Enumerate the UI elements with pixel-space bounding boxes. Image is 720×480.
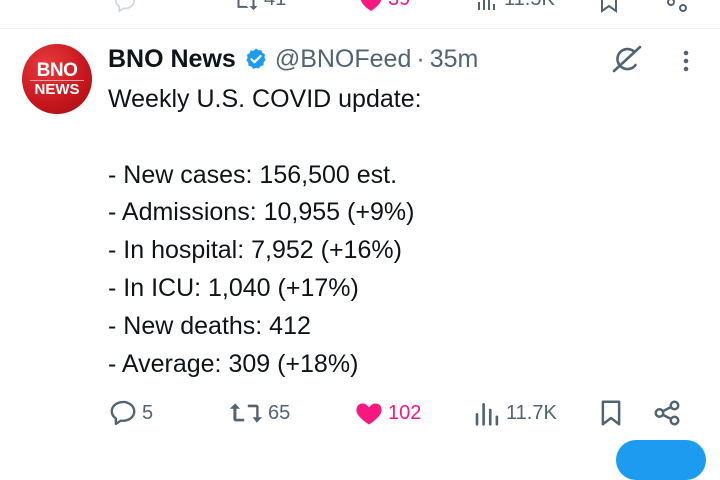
tweet-line: - Average: 309 (+18%)	[108, 349, 359, 378]
tweet-line	[108, 119, 688, 157]
repost-icon	[229, 403, 263, 423]
bookmark-icon	[601, 400, 621, 426]
tweet-line: - In ICU: 1,040 (+17%)	[108, 273, 359, 302]
header-separator: ·	[416, 44, 425, 73]
repost-icon[interactable]	[232, 0, 260, 14]
tweet-header: BNO News @BNOFeed · 35m	[108, 42, 478, 76]
avatar-logo-top: BNO	[36, 60, 78, 81]
share-icon	[654, 400, 680, 426]
floating-compose-button[interactable]	[616, 440, 706, 480]
tweet-line: - Admissions: 10,955 (+9%)	[108, 198, 415, 227]
tweet-timestamp[interactable]: 35m	[430, 45, 479, 74]
tweet-action-bar: 5 65 102 11.7K	[108, 393, 698, 433]
grok-icon[interactable]	[610, 44, 644, 74]
repost-button[interactable]: 65	[228, 393, 290, 433]
tweet-text: Weekly U.S. COVID update: - New cases: 1…	[108, 81, 688, 383]
share-button[interactable]	[652, 393, 682, 433]
views-chart-icon	[475, 402, 499, 426]
heart-icon[interactable]	[358, 0, 384, 14]
view-count: 11.7K	[506, 401, 557, 424]
avatar[interactable]: BNO NEWS	[22, 44, 92, 114]
like-button[interactable]: 102	[354, 393, 421, 433]
tweet-line: Weekly U.S. COVID update:	[108, 85, 422, 113]
like-count: 102	[388, 401, 422, 424]
avatar-logo-bottom: NEWS	[34, 81, 80, 98]
views-button[interactable]: 11.7K	[472, 393, 557, 433]
bookmark-button[interactable]	[596, 393, 626, 433]
repost-count: 65	[268, 401, 291, 424]
tweet-line: - New cases: 156,500 est.	[108, 160, 398, 189]
tweet-line: - New deaths: 412	[108, 311, 311, 340]
reply-button[interactable]: 5	[108, 393, 153, 433]
share-icon[interactable]	[664, 0, 690, 14]
more-vertical-icon[interactable]	[676, 46, 696, 76]
bookmark-icon[interactable]	[596, 0, 622, 14]
reply-icon[interactable]	[110, 0, 140, 14]
verified-badge-icon[interactable]	[244, 47, 268, 71]
previous-tweet-action-bar: 41 39 11.5K	[0, 0, 720, 14]
heart-icon	[356, 403, 382, 425]
previous-like-count: 39	[388, 0, 410, 11]
tweet-line: - In hospital: 7,952 (+16%)	[108, 236, 402, 265]
previous-view-count: 11.5K	[504, 0, 555, 11]
author-handle[interactable]: @BNOFeed	[275, 45, 412, 74]
author-display-name[interactable]: BNO News	[108, 45, 236, 74]
tweet-divider	[0, 28, 720, 29]
views-chart-icon[interactable]	[474, 0, 500, 14]
reply-icon	[110, 400, 136, 426]
previous-repost-count: 41	[264, 0, 286, 11]
reply-count: 5	[142, 401, 154, 424]
